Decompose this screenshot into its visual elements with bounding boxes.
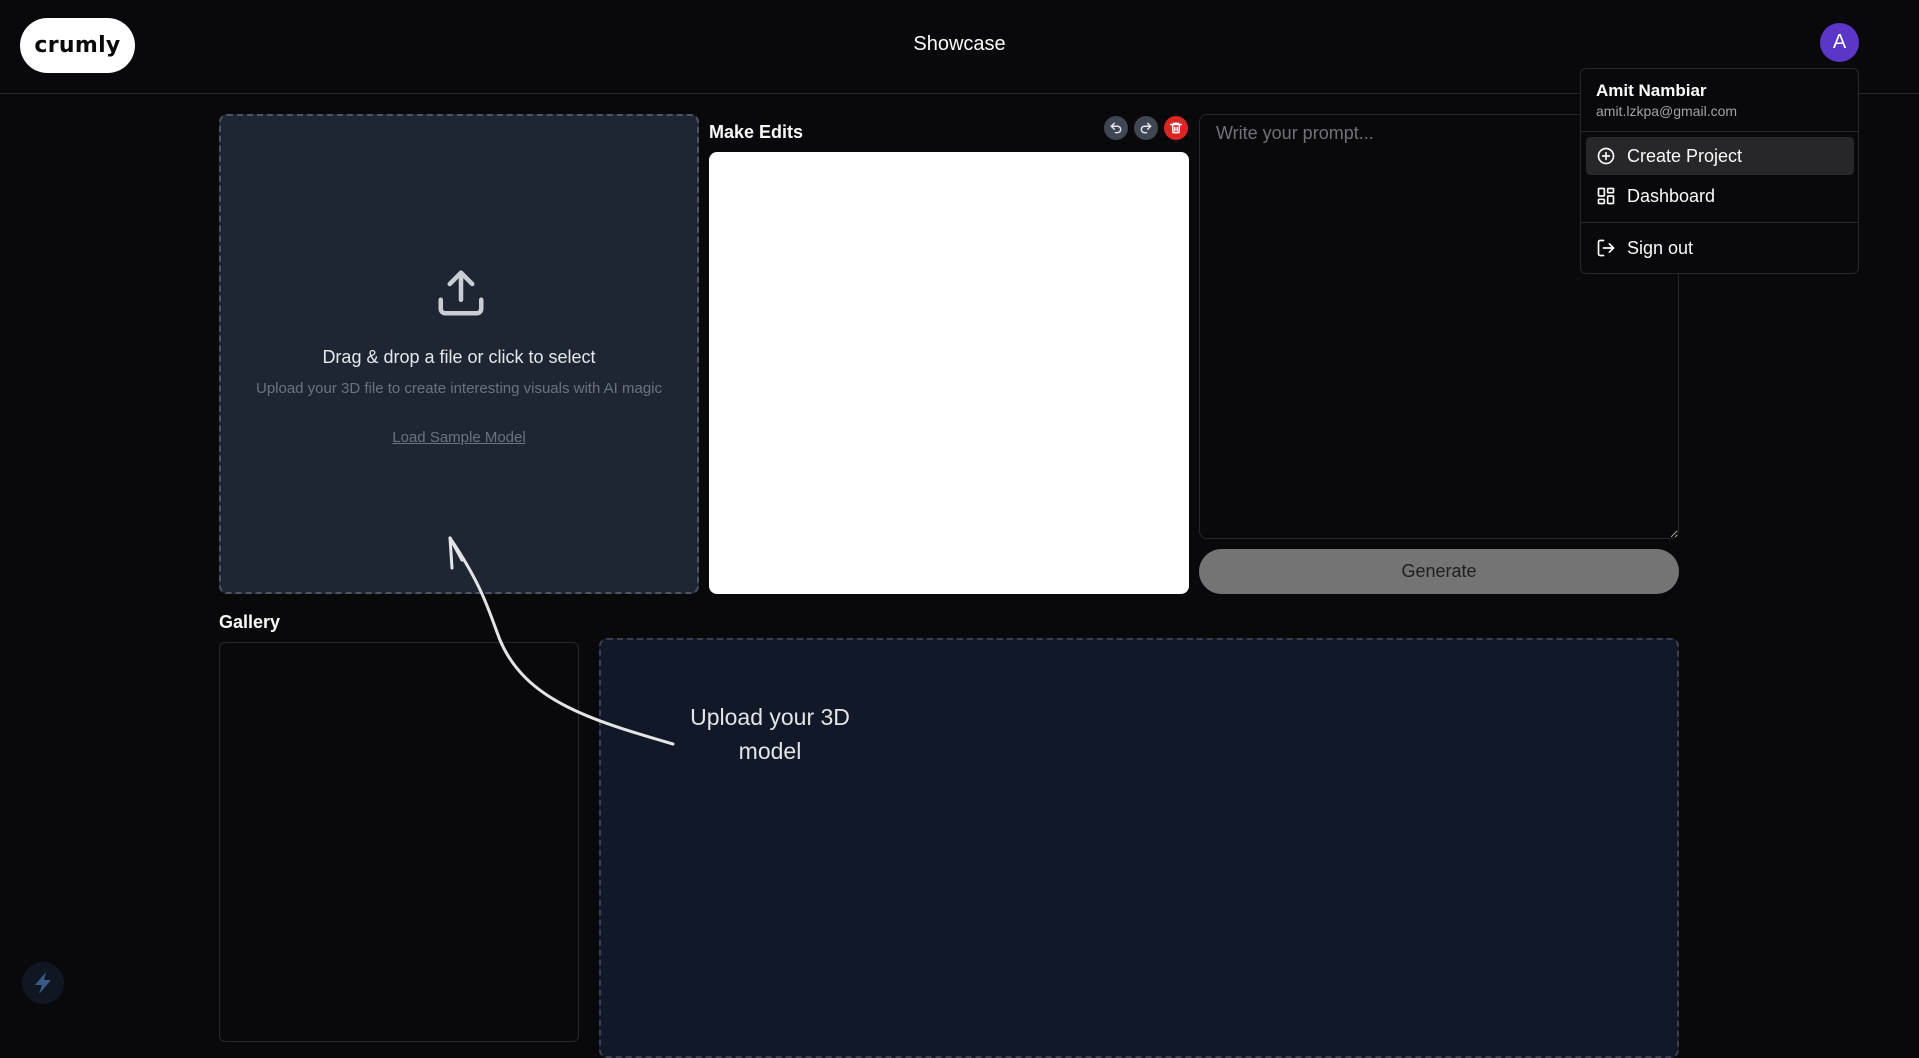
menu-item-label: Sign out: [1627, 237, 1694, 258]
undo-button[interactable]: [1104, 116, 1128, 140]
load-sample-model-link[interactable]: Load Sample Model: [221, 429, 697, 446]
sign-out-icon: [1597, 239, 1615, 257]
dropzone-title: Drag & drop a file or click to select: [322, 347, 596, 367]
user-avatar[interactable]: A: [1820, 23, 1859, 62]
gallery-label: Gallery: [219, 612, 281, 632]
user-dropdown-menu: Amit Nambiar amit.lzkpa@gmail.com Create…: [1580, 68, 1859, 274]
undo-icon: [1110, 122, 1122, 134]
user-name: Amit Nambiar: [1596, 81, 1707, 100]
page-title: Showcase: [913, 33, 1006, 55]
corner-widget-button[interactable]: [22, 962, 64, 1004]
dropzone-subtitle: Upload your 3D file to create interestin…: [255, 380, 663, 397]
make-edits-label: Make Edits: [709, 122, 804, 142]
trash-icon: [1170, 122, 1182, 134]
menu-item-dashboard[interactable]: Dashboard: [1586, 177, 1854, 215]
menu-divider: [1581, 222, 1858, 223]
generate-button[interactable]: Generate: [1199, 549, 1679, 594]
menu-item-label: Create Project: [1627, 145, 1743, 166]
menu-item-create-project[interactable]: Create Project: [1586, 137, 1854, 175]
menu-item-label: Dashboard: [1627, 185, 1716, 206]
annotation-text: Upload your 3D model: [690, 704, 850, 764]
bolt-logo-icon: [35, 972, 51, 994]
edit-canvas[interactable]: [709, 152, 1189, 594]
dashboard-icon: [1597, 187, 1615, 205]
menu-divider: [1581, 131, 1858, 132]
menu-item-sign-out[interactable]: Sign out: [1586, 229, 1854, 267]
redo-button[interactable]: [1134, 116, 1158, 140]
plus-circle-icon: [1597, 147, 1615, 165]
upload-icon: [438, 270, 484, 316]
annotation-arrow-icon: [448, 536, 675, 746]
redo-icon: [1140, 122, 1152, 134]
delete-button[interactable]: [1164, 116, 1188, 140]
user-email: amit.lzkpa@gmail.com: [1596, 103, 1738, 119]
